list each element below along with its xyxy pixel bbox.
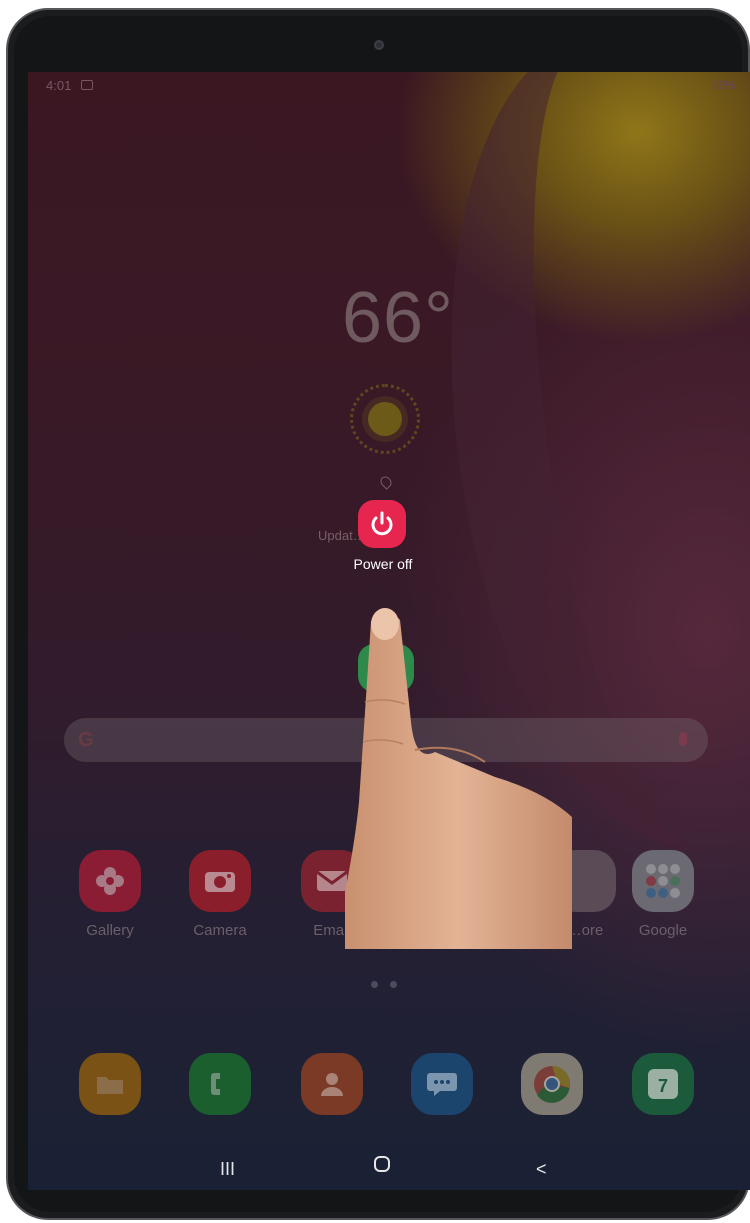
app-label: Camera	[193, 922, 247, 939]
gallery-flower-icon	[79, 850, 141, 912]
camera-glyph-icon	[205, 872, 235, 892]
dock-calendar[interactable]: 7	[631, 1053, 695, 1115]
app-label: Google	[638, 922, 688, 939]
google-logo-icon: G	[78, 729, 94, 751]
hand-illustration	[345, 608, 572, 949]
page-dot-active	[371, 981, 378, 988]
recents-button[interactable]: III	[220, 1159, 235, 1180]
phone-icon	[189, 1053, 251, 1115]
sun-weather-icon	[368, 402, 402, 436]
phone-handset-icon	[211, 1073, 220, 1095]
image-notification-icon	[81, 80, 93, 90]
dock-files[interactable]	[78, 1053, 142, 1115]
app-gallery[interactable]: Gallery	[78, 850, 142, 939]
power-off-button[interactable]	[358, 500, 406, 548]
calendar-date: 7	[648, 1069, 678, 1099]
dock-chrome[interactable]	[520, 1053, 584, 1115]
home-icon	[374, 1156, 390, 1172]
dock-messages[interactable]	[410, 1053, 474, 1115]
dock-contacts[interactable]	[300, 1053, 364, 1115]
home-button[interactable]	[374, 1156, 390, 1172]
contacts-icon	[301, 1053, 363, 1115]
chrome-icon	[521, 1053, 583, 1115]
app-google-folder[interactable]: Google	[631, 850, 695, 939]
weather-temperature: 66°	[342, 278, 454, 358]
app-label: Gallery	[86, 922, 134, 939]
google-folder-icon	[632, 850, 694, 912]
status-time: 4:01	[46, 78, 72, 93]
page-dot	[390, 981, 397, 988]
dock-phone[interactable]	[188, 1053, 252, 1115]
pointing-hand-image	[345, 602, 572, 949]
battery-status: 99%	[711, 78, 736, 92]
files-folder-icon	[79, 1053, 141, 1115]
app-camera[interactable]: Camera	[188, 850, 252, 939]
back-button[interactable]: <	[536, 1159, 547, 1180]
power-off-label: Power off	[353, 556, 413, 572]
chat-bubble-icon	[427, 1073, 457, 1096]
google-apps-grid-icon	[646, 864, 680, 898]
chrome-logo-icon	[534, 1065, 571, 1103]
power-icon	[371, 511, 393, 536]
front-camera	[374, 40, 384, 50]
calendar-icon: 7	[632, 1053, 694, 1115]
folder-glyph-icon	[97, 1077, 123, 1094]
page-indicator	[371, 975, 409, 993]
envelope-glyph-icon	[316, 870, 348, 891]
microphone-icon[interactable]	[679, 732, 687, 746]
messages-icon	[411, 1053, 473, 1115]
person-glyph-icon	[321, 1073, 343, 1096]
flower-glyph-icon	[96, 867, 124, 895]
camera-icon	[189, 850, 251, 912]
